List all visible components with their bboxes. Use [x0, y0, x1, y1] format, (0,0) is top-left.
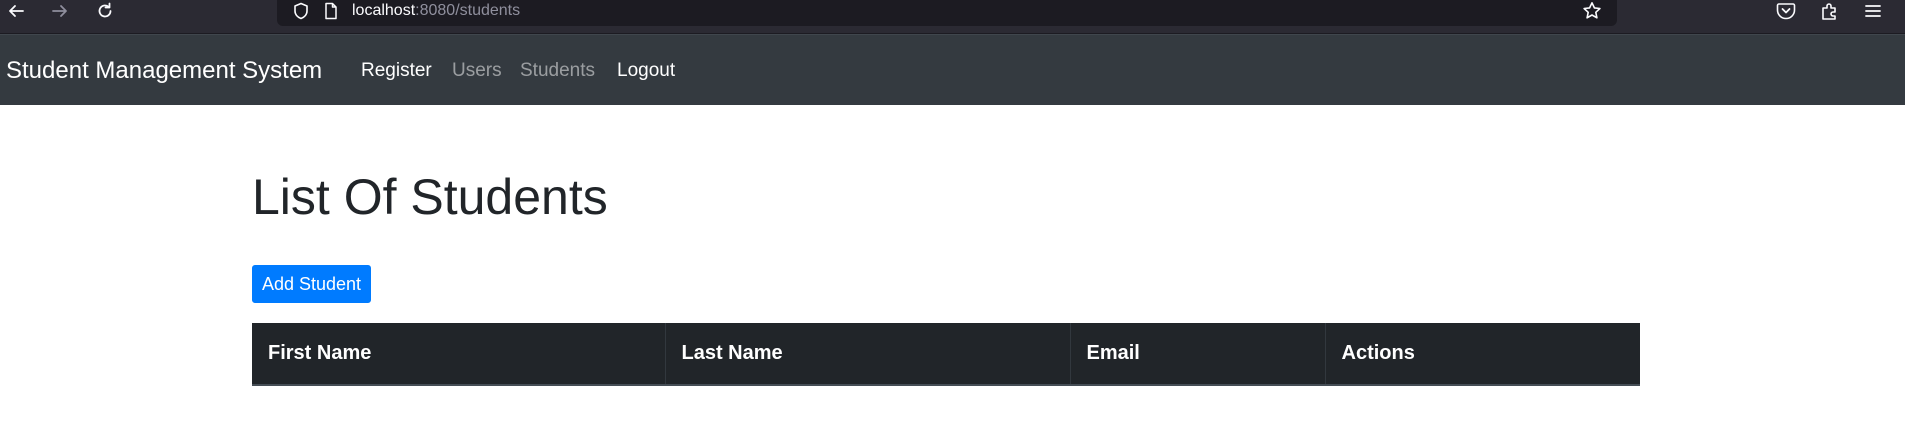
hamburger-menu-icon[interactable] — [1861, 0, 1885, 22]
url-text[interactable]: localhost:8080/students — [352, 0, 520, 22]
add-student-button[interactable]: Add Student — [252, 265, 371, 303]
nav-link-register[interactable]: Register — [361, 35, 432, 106]
pocket-icon[interactable] — [1774, 0, 1798, 22]
bookmark-star-icon[interactable] — [1581, 0, 1603, 22]
browser-toolbar: localhost:8080/students — [0, 0, 1905, 34]
url-host: localhost — [352, 2, 416, 19]
nav-link-logout[interactable]: Logout — [617, 35, 675, 106]
address-bar[interactable]: localhost:8080/students — [277, 0, 1617, 26]
back-arrow-icon[interactable] — [2, 0, 30, 22]
page-info-icon[interactable] — [321, 1, 341, 21]
reload-icon[interactable] — [91, 0, 119, 22]
column-header-actions: Actions — [1324, 323, 1640, 386]
nav-link-users[interactable]: Users — [452, 35, 502, 106]
app-navbar: Student Management System Register Users… — [0, 34, 1905, 105]
column-header-email: Email — [1069, 323, 1325, 386]
extensions-icon[interactable] — [1818, 0, 1842, 22]
page-title: List Of Students — [252, 169, 608, 225]
url-path: :8080/students — [415, 2, 521, 19]
table-header-row: First Name Last Name Email Actions — [252, 323, 1640, 386]
table-header: First Name Last Name Email Actions — [252, 323, 1640, 386]
shield-icon[interactable] — [291, 1, 311, 21]
navbar-brand[interactable]: Student Management System — [6, 35, 322, 106]
nav-link-students[interactable]: Students — [520, 35, 595, 106]
column-header-last-name: Last Name — [664, 323, 1070, 386]
column-header-first-name: First Name — [252, 323, 665, 386]
students-table: First Name Last Name Email Actions — [252, 323, 1640, 386]
forward-arrow-icon[interactable] — [46, 0, 74, 22]
